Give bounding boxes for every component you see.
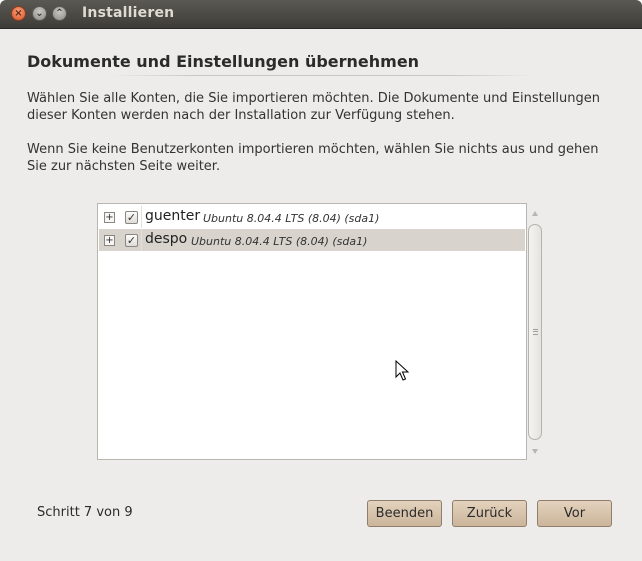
column-divider bbox=[141, 206, 142, 228]
scroll-down-arrow-icon[interactable] bbox=[532, 449, 538, 454]
column-divider bbox=[141, 229, 142, 251]
account-checkbox[interactable]: ✓ bbox=[125, 211, 138, 224]
list-item[interactable]: + ✓ guenter Ubuntu 8.04.4 LTS (8.04) (sd… bbox=[99, 206, 525, 228]
window-title: Installieren bbox=[82, 5, 175, 21]
minimize-icon[interactable]: ⌄ bbox=[32, 6, 47, 21]
quit-button[interactable]: Beenden bbox=[367, 500, 442, 527]
mouse-pointer-icon bbox=[395, 360, 409, 381]
account-username: despo bbox=[145, 231, 188, 247]
account-os: Ubuntu 8.04.4 LTS (8.04) (sda1) bbox=[191, 235, 368, 248]
back-button[interactable]: Zurück bbox=[452, 500, 527, 527]
expander-plus-icon[interactable]: + bbox=[104, 212, 115, 223]
page-title: Dokumente und Einstellungen übernehmen bbox=[27, 52, 420, 71]
expander-plus-icon[interactable]: + bbox=[104, 235, 115, 246]
description-text: Wählen Sie alle Konten, die Sie importie… bbox=[27, 91, 600, 123]
hint-text: Wenn Sie keine Benutzerkonten importiere… bbox=[27, 142, 599, 174]
list-item[interactable]: + ✓ despo Ubuntu 8.04.4 LTS (8.04) (sda1… bbox=[99, 229, 525, 251]
close-icon[interactable]: × bbox=[11, 6, 26, 21]
heading-divider bbox=[110, 75, 536, 76]
scroll-up-arrow-icon[interactable] bbox=[532, 211, 538, 216]
vertical-scrollbar[interactable] bbox=[527, 203, 545, 460]
forward-button[interactable]: Vor bbox=[537, 500, 612, 527]
maximize-icon[interactable]: ⌃ bbox=[52, 6, 67, 21]
account-os: Ubuntu 8.04.4 LTS (8.04) (sda1) bbox=[203, 212, 380, 225]
title-bar[interactable]: × ⌄ ⌃ Installieren bbox=[0, 0, 642, 29]
account-checkbox[interactable]: ✓ bbox=[125, 234, 138, 247]
account-username: guenter bbox=[145, 208, 201, 224]
step-indicator: Schritt 7 von 9 bbox=[37, 505, 133, 520]
grip-icon bbox=[533, 329, 538, 335]
installer-window: × ⌄ ⌃ Installieren Dokumente und Einstel… bbox=[0, 0, 642, 561]
scrollbar-thumb[interactable] bbox=[528, 224, 542, 440]
accounts-list[interactable]: + ✓ guenter Ubuntu 8.04.4 LTS (8.04) (sd… bbox=[97, 203, 527, 460]
